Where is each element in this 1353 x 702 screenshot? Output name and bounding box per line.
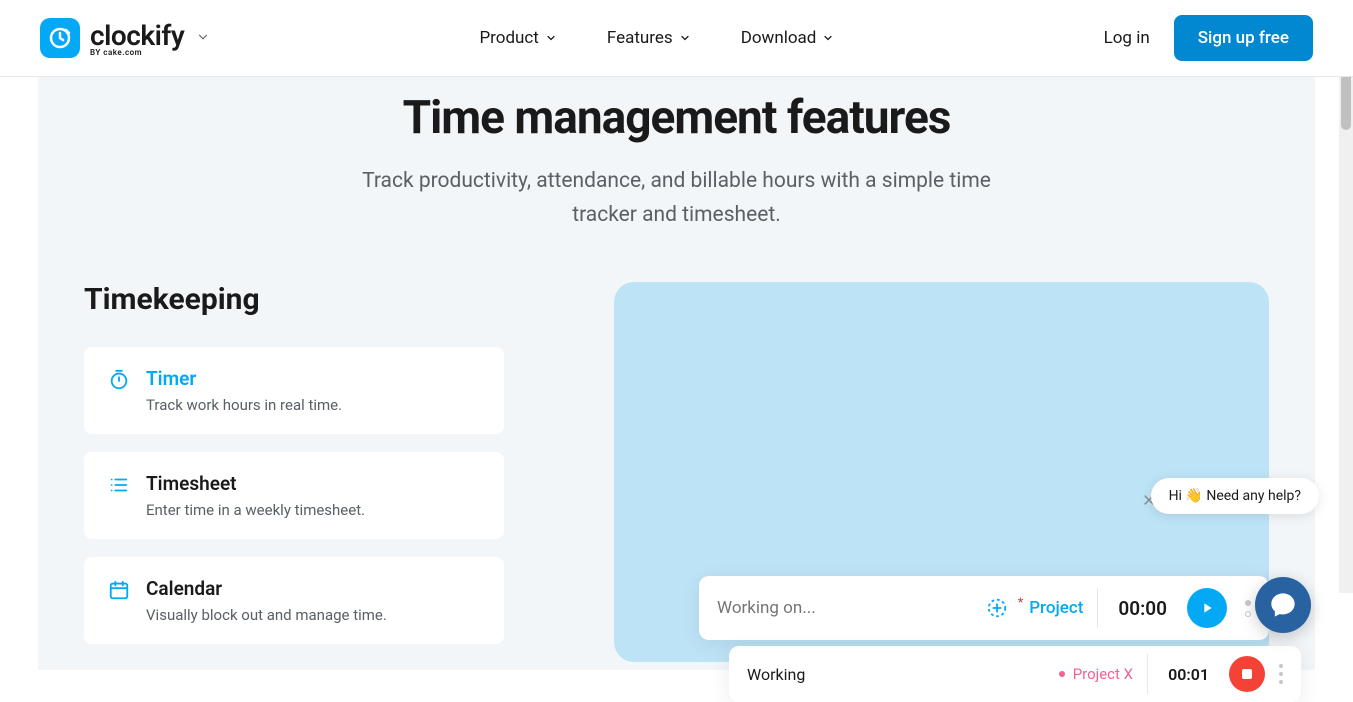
nav-product[interactable]: Product [479,28,556,48]
timer-description-input[interactable] [717,598,972,618]
hero-subtitle: Track productivity, attendance, and bill… [38,165,1315,232]
nav-label: Product [479,28,538,48]
nav-label: Features [607,28,673,48]
divider [1097,588,1098,628]
login-link[interactable]: Log in [1104,28,1150,48]
chat-icon [1269,591,1297,619]
signup-button[interactable]: Sign up free [1174,15,1313,61]
feature-card-calendar[interactable]: Calendar Visually block out and manage t… [84,557,504,644]
feature-title: Timesheet [146,472,365,495]
entry-project[interactable]: Project X [1059,665,1133,683]
project-picker-button[interactable]: * Project [986,597,1084,619]
feature-list-column: Timekeeping Timer Track work hours in re… [84,282,504,662]
brand-dropdown-icon[interactable] [196,29,210,48]
main-section: Timekeeping Timer Track work hours in re… [38,282,1315,662]
feature-description: Enter time in a weekly timesheet. [146,501,365,519]
logo-icon [40,18,80,58]
divider [1147,654,1148,694]
stop-icon [1242,669,1252,679]
chevron-down-icon [545,32,557,44]
timer-duration: 00:00 [1112,597,1173,620]
entry-description[interactable]: Working [747,665,1045,684]
calendar-icon [108,579,130,624]
chevron-down-icon [822,32,834,44]
top-header: clockify BY cake.com Product Features Do… [0,0,1353,77]
start-timer-button[interactable] [1187,588,1227,628]
play-icon [1199,600,1215,616]
mode-toggle[interactable] [1245,600,1251,617]
feature-card-timer[interactable]: Timer Track work hours in real time. [84,347,504,434]
timer-widget: * Project 00:00 [699,576,1269,640]
hero-title: Time management features [38,91,1315,145]
brand-subtitle: BY cake.com [90,48,184,57]
entry-project-name: Project X [1073,665,1133,683]
nav-download[interactable]: Download [741,28,835,48]
required-asterisk: * [1018,595,1023,609]
chat-tooltip: Hi 👋 Need any help? [1151,478,1319,514]
page-scrollbar[interactable] [1339,0,1353,593]
hero-section: Time management features Track productiv… [38,77,1315,232]
project-color-dot [1059,671,1065,677]
feature-description: Track work hours in real time. [146,396,342,414]
feature-description: Visually block out and manage time. [146,606,387,624]
feature-card-timesheet[interactable]: Timesheet Enter time in a weekly timeshe… [84,452,504,539]
chat-greeting: Hi 👋 Need any help? [1169,488,1301,504]
stop-timer-button[interactable] [1229,656,1265,692]
project-label: Project [1029,598,1083,618]
chat-launcher-button[interactable] [1255,577,1311,633]
time-entry-row: Working Project X 00:01 [729,646,1301,702]
entry-more-menu[interactable] [1279,664,1283,684]
plus-circle-icon [986,597,1008,619]
header-actions: Log in Sign up free [1104,15,1313,61]
chevron-down-icon [679,32,691,44]
section-title: Timekeeping [84,282,504,317]
entry-duration: 00:01 [1162,665,1215,684]
list-icon [108,474,130,519]
stopwatch-icon [108,369,130,414]
main-nav: Product Features Download [479,28,834,48]
logo-group: clockify BY cake.com [40,18,210,58]
preview-panel: * Project 00:00 Working Project X [614,282,1269,662]
feature-title: Calendar [146,577,387,600]
nav-label: Download [741,28,817,48]
nav-features[interactable]: Features [607,28,691,48]
logo[interactable]: clockify BY cake.com [40,18,184,58]
feature-title: Timer [146,367,342,390]
page-content: Time management features Track productiv… [38,77,1315,670]
